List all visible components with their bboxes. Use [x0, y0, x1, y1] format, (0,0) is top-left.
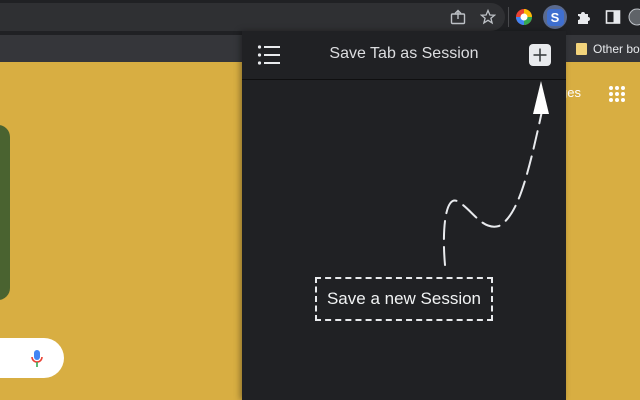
save-new-session-hint: Save a new Session	[315, 277, 493, 321]
profile-icon[interactable]	[626, 6, 640, 28]
page-card	[0, 125, 10, 300]
browser-toolbar: S	[0, 0, 640, 35]
folder-icon	[576, 43, 587, 55]
share-icon[interactable]	[447, 6, 469, 28]
mic-icon[interactable]	[31, 349, 43, 369]
hint-label: Save a new Session	[326, 289, 482, 308]
hint-arrow-icon	[442, 81, 549, 266]
address-bar[interactable]	[0, 3, 505, 31]
other-bookmarks[interactable]: Other bo	[576, 39, 640, 59]
session-popup: Save Tab as Session Save a new Session	[242, 31, 566, 400]
puzzle-icon[interactable]	[573, 6, 595, 28]
star-icon[interactable]	[477, 6, 499, 28]
session-ext-letter: S	[546, 8, 564, 26]
apps-icon[interactable]	[609, 86, 625, 102]
session-ext-icon[interactable]: S	[543, 5, 567, 29]
color-ext-icon[interactable]	[513, 6, 535, 28]
sidepanel-icon[interactable]	[602, 6, 624, 28]
toolbar-separator	[508, 7, 509, 27]
other-bookmarks-label: Other bo	[593, 42, 640, 56]
